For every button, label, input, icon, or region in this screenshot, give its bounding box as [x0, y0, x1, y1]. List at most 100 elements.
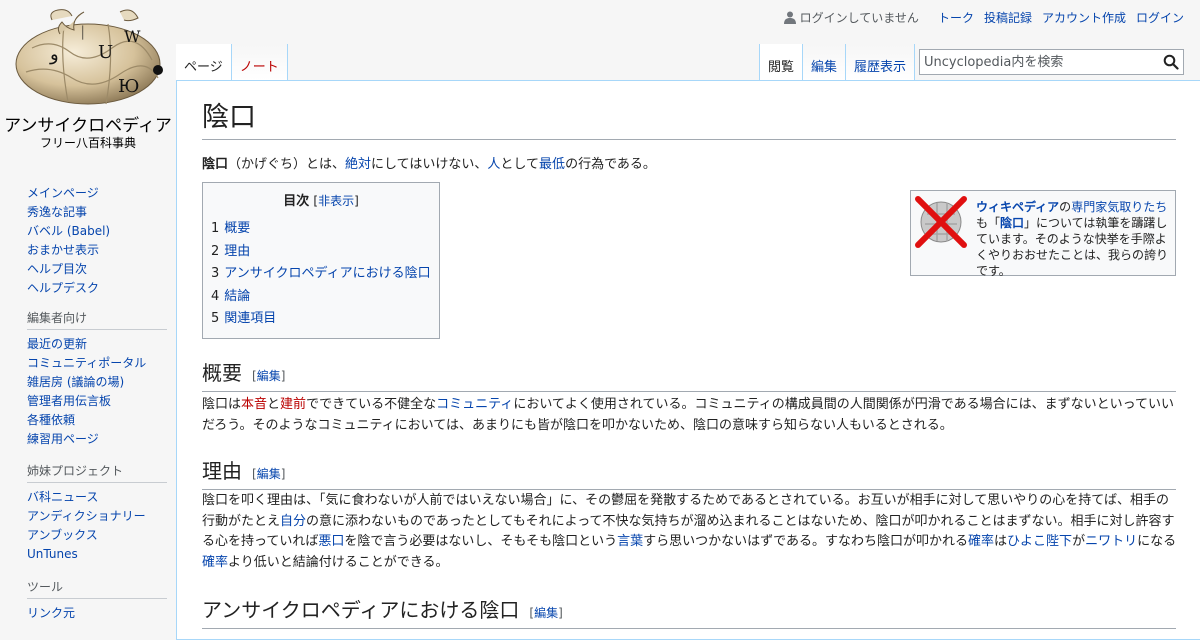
login-link[interactable]: ログイン — [1136, 9, 1184, 26]
link-self[interactable]: 自分 — [280, 514, 306, 529]
sidebar-item-what-links-here[interactable]: リンク元 — [27, 606, 75, 620]
talk-link[interactable]: トーク — [938, 9, 974, 26]
site-logo[interactable]: و U Ю ᛁ W アンサイクロペディア フリー八百科事典 — [0, 0, 176, 160]
link-wikipedia-label: ウィキペディア — [976, 200, 1060, 214]
toc-item[interactable]: 1 概要 — [211, 218, 439, 241]
link-chick-majesty[interactable]: ひよこ陛下 — [1007, 534, 1072, 549]
link-article-label: 陰口 — [1000, 216, 1025, 230]
search-box — [919, 49, 1184, 75]
section-title: アンサイクロペディアにおける陰口 — [202, 598, 520, 622]
notice-text-part: も「 — [976, 216, 1001, 230]
para-text: を陰で言う必要はないし、そもそも陰口という — [344, 534, 618, 549]
edit-section-link[interactable]: 編集 — [257, 467, 281, 481]
toc-label[interactable]: 概要 — [224, 221, 250, 236]
toc-item[interactable]: 2 理由 — [211, 241, 439, 264]
portal-heading-sister: 姉妹プロジェクト — [27, 462, 167, 483]
tab-note[interactable]: ノート — [231, 44, 288, 80]
sidebar-item-random[interactable]: おまかせ表示 — [27, 243, 99, 257]
section-heading-overview: 概要 [編集] — [202, 360, 1176, 392]
link-wikipedia[interactable]: ウィキペディア — [976, 200, 1059, 214]
toc-number: 2 — [211, 243, 220, 259]
toc-item[interactable]: 3 アンサイクロペディアにおける陰口 — [211, 263, 439, 286]
sidebar-item-untunes[interactable]: UnTunes — [27, 547, 78, 561]
section-heading-reason: 理由 [編集] — [202, 458, 1176, 490]
not-logged-in-text: ログインしていません — [799, 11, 919, 25]
logo-glyph: و — [49, 44, 59, 65]
sidebar-item-village-pump[interactable]: 雑居房 (議論の場) — [27, 375, 124, 389]
intro-text: にしてはいけない、 — [371, 157, 488, 172]
link-worst[interactable]: 最低 — [539, 157, 565, 172]
link-probability[interactable]: 確率 — [968, 534, 994, 549]
tab-read[interactable]: 閲覧 — [759, 44, 804, 80]
link-person[interactable]: 人 — [487, 157, 500, 172]
link-absolute[interactable]: 絶対 — [345, 157, 371, 172]
intro-paragraph: 陰口（かげぐち）とは、絶対にしてはいけない、人として最低の行為である。 — [202, 155, 656, 175]
tab-edit[interactable]: 編集 — [803, 44, 847, 80]
sidebar-item-news[interactable]: バ科ニュース — [27, 490, 98, 504]
redlink-tatemae[interactable]: 建前 — [280, 397, 306, 412]
site-tagline: フリー八百科事典 — [39, 136, 136, 150]
link-community[interactable]: コミュニティ — [436, 397, 513, 412]
search-icon[interactable] — [1163, 54, 1179, 70]
logo-glyph: Ю — [118, 76, 139, 97]
sidebar-item-help-contents[interactable]: ヘルプ目次 — [27, 262, 87, 276]
intro-text: （かげぐち）とは、 — [228, 157, 346, 172]
table-of-contents: 目次 [非表示] 1 概要 2 理由 3 アンサイクロペディアにおける陰口 4 結論 5… — [202, 182, 440, 339]
edit-section-link[interactable]: 編集 — [534, 606, 558, 620]
intro-term: 陰口 — [202, 157, 229, 172]
toc-title-row: 目次 [非表示] — [203, 192, 439, 211]
crossed-wikipedia-globe-icon — [915, 196, 967, 248]
page-title: 陰口 — [202, 101, 1176, 140]
logo-glyph: ᛁ — [78, 23, 88, 42]
sidebar-item-babel[interactable]: バベル (Babel) — [27, 224, 110, 238]
notice-text: ウィキペディアの専門家気取りたちも「陰口」については執筆を躊躇しています。そのよ… — [976, 199, 1173, 279]
para-text: は — [994, 534, 1008, 549]
link-experts[interactable]: 専門家気取りたち — [1071, 200, 1167, 214]
sidebar-item-requests[interactable]: 各種依頼 — [27, 413, 75, 427]
link-word[interactable]: 言葉 — [617, 534, 643, 549]
para-text: より低いと結論付けることができる。 — [228, 554, 449, 570]
para-text: でできている不健全な — [306, 397, 437, 412]
link-wikipedia-article[interactable]: 陰口 — [1000, 216, 1024, 230]
sidebar-item-dictionary[interactable]: アンディクショナリー — [27, 509, 146, 523]
sidebar-item-admin-board[interactable]: 管理者用伝言板 — [27, 394, 111, 408]
link-probability[interactable]: 確率 — [202, 555, 228, 570]
section-title: 概要 — [202, 361, 242, 385]
para-text: が — [1072, 534, 1086, 549]
toc-label[interactable]: 関連項目 — [224, 311, 276, 326]
sidebar-item-helpdesk[interactable]: ヘルプデスク — [27, 281, 99, 295]
link-chicken[interactable]: ニワトリ — [1085, 534, 1137, 549]
search-input[interactable] — [920, 50, 1160, 74]
toc-item[interactable]: 5 関連項目 — [211, 308, 439, 331]
sidebar-item-recent-changes[interactable]: 最近の更新 — [27, 337, 87, 351]
view-tabs: 閲覧 編集 履歴表示 — [759, 44, 916, 80]
tab-page[interactable]: ページ — [176, 44, 232, 80]
redlink-honne[interactable]: 本音 — [241, 397, 267, 412]
sidebar: メインページ 秀逸な記事 バベル (Babel) おまかせ表示 ヘルプ目次 ヘル… — [0, 178, 176, 623]
site-name[interactable]: アンサイクロペディア — [0, 111, 176, 136]
edit-section: [編集] — [252, 467, 286, 481]
toc-number: 4 — [211, 288, 220, 304]
link-badmouth[interactable]: 悪口 — [318, 534, 344, 549]
para-text: になる — [1137, 534, 1177, 549]
edit-section-link[interactable]: 編集 — [257, 369, 281, 383]
main-content: 陰口 陰口（かげぐち）とは、絶対にしてはいけない、人として最低の行為である。 目… — [176, 80, 1200, 640]
toc-label[interactable]: 結論 — [224, 289, 250, 304]
sidebar-item-main-page[interactable]: メインページ — [27, 186, 99, 200]
sidebar-item-community-portal[interactable]: コミュニティポータル — [27, 356, 146, 370]
toc-title: 目次 — [283, 194, 310, 209]
contributions-link[interactable]: 投稿記録 — [984, 9, 1032, 26]
create-account-link[interactable]: アカウント作成 — [1042, 9, 1126, 26]
section-paragraph-overview: 陰口は本音と建前でできている不健全なコミュニティにおいてよく使用されている。コミ… — [202, 395, 1177, 436]
sidebar-item-books[interactable]: アンブックス — [27, 528, 98, 542]
namespace-tabs: ページ ノート — [176, 44, 288, 80]
tab-history[interactable]: 履歴表示 — [846, 44, 916, 80]
sidebar-item-sandbox[interactable]: 練習用ページ — [27, 432, 99, 446]
toc-label[interactable]: 理由 — [224, 244, 250, 259]
toc-toggle-link[interactable]: 非表示 — [318, 194, 354, 208]
toc-item[interactable]: 4 結論 — [211, 286, 439, 309]
toc-label[interactable]: アンサイクロペディアにおける陰口 — [224, 266, 430, 281]
tools-portal: ツール リンク元 — [27, 578, 167, 623]
edit-section: [編集] — [529, 606, 563, 620]
sidebar-item-featured[interactable]: 秀逸な記事 — [27, 205, 87, 219]
